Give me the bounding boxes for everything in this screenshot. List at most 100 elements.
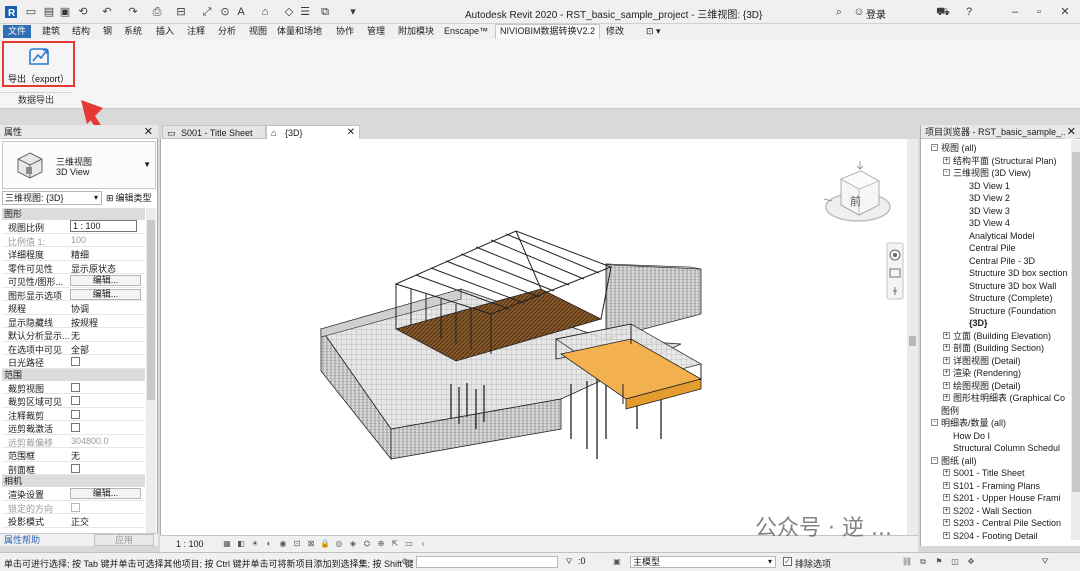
thin-lines-icon[interactable]: ☰ — [298, 5, 312, 19]
highlight-displacement-icon[interactable]: ⇱ — [390, 539, 400, 549]
open-icon[interactable]: ▭ — [24, 5, 38, 19]
browser-item[interactable]: S203 - Central Pile Section — [953, 517, 1061, 529]
properties-help-link[interactable]: 属性帮助 — [4, 534, 40, 547]
vis-graphics-edit-button[interactable]: 编辑... — [70, 275, 141, 286]
expand-icon[interactable]: + — [943, 481, 950, 489]
properties-scroll-thumb[interactable] — [147, 220, 155, 400]
close-icon[interactable]: ✕ — [1058, 5, 1072, 19]
select-by-face-icon[interactable]: ◫ — [950, 557, 960, 567]
tab-addins[interactable]: 附加模块 — [398, 25, 434, 38]
tab-systems[interactable]: 系统 — [124, 25, 142, 38]
tab-modify[interactable]: 修改 — [606, 25, 624, 38]
expand-icon[interactable]: + — [943, 469, 950, 476]
more-icon[interactable]: ‹ — [418, 539, 428, 549]
3d-view-icon[interactable]: ⌂ — [258, 5, 272, 19]
detail-level-icon[interactable]: ▦ — [222, 539, 232, 549]
browser-item[interactable]: 图例 — [941, 405, 959, 417]
expand-icon[interactable]: + — [943, 531, 950, 539]
user-icon[interactable]: ☺ — [852, 5, 866, 19]
collapse-icon[interactable]: - — [943, 169, 950, 176]
browser-item[interactable]: Structural Column Schedul — [953, 442, 1060, 454]
browser-item[interactable]: S204 - Footing Detail — [953, 530, 1038, 542]
category-extents[interactable]: 范围 — [2, 368, 145, 381]
help-icon[interactable]: ? — [962, 5, 976, 19]
tab-steel[interactable]: 钢 — [103, 25, 112, 38]
far-clip-active-checkbox[interactable] — [71, 423, 80, 432]
prop-row-hidden-lines[interactable]: 显示隐藏线 按规程 — [2, 315, 145, 328]
browser-item[interactable]: 图纸 (all) — [941, 455, 977, 467]
tab-insert[interactable]: 插入 — [156, 25, 174, 38]
maximize-icon[interactable]: ▫ — [1032, 5, 1046, 19]
browser-item[interactable]: 视图 (all) — [941, 142, 977, 154]
crop-region-icon[interactable]: ⊠ — [306, 539, 316, 549]
browser-item[interactable]: 剖面 (Building Section) — [953, 342, 1044, 354]
browser-item[interactable]: S202 - Wall Section — [953, 505, 1032, 517]
tab-architecture[interactable]: 建筑 — [42, 25, 60, 38]
worksharing-icon[interactable]: ⛭ — [362, 539, 372, 549]
sync-icon[interactable]: ⟲ — [76, 5, 90, 19]
browser-item[interactable]: 详图视图 (Detail) — [953, 355, 1021, 367]
export-button[interactable]: 导出（export） — [2, 41, 75, 87]
section-icon[interactable]: ◇ — [282, 5, 296, 19]
select-underlay-icon[interactable]: ⧉ — [918, 557, 928, 567]
tab-structure[interactable]: 结构 — [72, 25, 90, 38]
tab-annotate[interactable]: 注释 — [187, 25, 205, 38]
expand-icon[interactable]: + — [943, 331, 950, 339]
canvas-scrollbar[interactable] — [907, 139, 918, 535]
expand-icon[interactable]: + — [943, 506, 950, 514]
browser-item[interactable]: 图形柱明细表 (Graphical Co — [953, 392, 1065, 404]
render-icon[interactable]: ◉ — [278, 539, 288, 549]
project-browser-scrollbar[interactable] — [1071, 140, 1080, 540]
crop-view-icon[interactable]: ⊡ — [292, 539, 302, 549]
design-option-selector[interactable]: 主模型 ▾ — [630, 556, 776, 568]
filter-icon[interactable]: ⛛ — [564, 557, 574, 567]
expand-icon[interactable]: + — [943, 156, 950, 164]
properties-scrollbar[interactable] — [146, 208, 156, 533]
chevron-down-icon[interactable]: ▼ — [143, 160, 151, 169]
browser-item[interactable]: Structure 3D box section — [969, 267, 1068, 279]
edit-type-button[interactable]: ⊞ 编辑类型 — [106, 191, 152, 205]
browser-item[interactable]: 结构平面 (Structural Plan) — [953, 155, 1057, 167]
section-box-checkbox[interactable] — [71, 463, 80, 473]
drag-elements-icon[interactable]: ✥ — [966, 557, 976, 567]
project-browser-scroll-thumb[interactable] — [1072, 152, 1080, 492]
prop-row-analysis-display[interactable]: 默认分析显示... 无 — [2, 328, 145, 342]
category-camera[interactable]: 相机 — [2, 475, 145, 487]
type-selector[interactable]: 三维视图 3D View ▼ — [2, 141, 156, 189]
annotation-crop-checkbox[interactable] — [71, 409, 80, 419]
browser-item[interactable]: 3D View 2 — [969, 192, 1010, 204]
filter-count-icon[interactable]: ⛛ — [1040, 557, 1050, 567]
instance-selector[interactable]: 三维视图: {3D} ▾ — [2, 191, 102, 205]
collapse-icon[interactable]: - — [931, 419, 938, 426]
customize-qat-icon[interactable]: ▾ — [346, 5, 360, 19]
tab-close-icon[interactable]: ✕ — [347, 126, 355, 140]
project-browser-close-icon[interactable]: ✕ — [1064, 125, 1076, 139]
canvas-scroll-thumb[interactable] — [909, 336, 916, 346]
shadows-icon[interactable]: ◐ — [264, 539, 274, 549]
browser-item[interactable]: Central Pile - 3D — [969, 255, 1035, 267]
dimension-icon[interactable]: ⤢ — [200, 5, 214, 19]
print-icon[interactable]: ⎙ — [150, 5, 164, 19]
apply-button[interactable]: 应用 — [94, 534, 154, 546]
tab-file[interactable]: 文件 — [3, 25, 32, 38]
sun-path-icon[interactable]: ☀ — [250, 539, 260, 549]
view-scale-readout[interactable]: 1 : 100 — [176, 539, 204, 549]
browser-item[interactable]: 3D View 4 — [969, 217, 1010, 229]
tab-3d[interactable]: ⌂ {3D} ✕ — [266, 125, 360, 139]
browser-item[interactable]: Structure (Foundation — [969, 305, 1056, 317]
design-options-icon[interactable]: ▣ — [612, 557, 622, 567]
login-link[interactable]: 登录 — [866, 6, 886, 21]
expand-icon[interactable]: + — [943, 394, 950, 401]
3d-model-view[interactable]: 前 — [161, 139, 907, 535]
temp-hide-icon[interactable]: ◎ — [334, 539, 344, 549]
cart-icon[interactable]: ⛟ — [936, 5, 950, 19]
expand-icon[interactable]: + — [943, 381, 950, 389]
tab-collaborate[interactable]: 协作 — [336, 25, 354, 38]
crop-view-checkbox[interactable] — [71, 382, 80, 392]
worksets-icon[interactable]: ⚙ — [400, 557, 410, 567]
properties-close-icon[interactable]: ✕ — [144, 125, 153, 139]
minimize-icon[interactable]: – — [1008, 5, 1022, 19]
browser-item[interactable]: 绘图视图 (Detail) — [953, 380, 1021, 392]
revit-logo-icon[interactable]: R — [4, 5, 18, 19]
browser-item[interactable]: 3D View 1 — [969, 180, 1010, 192]
